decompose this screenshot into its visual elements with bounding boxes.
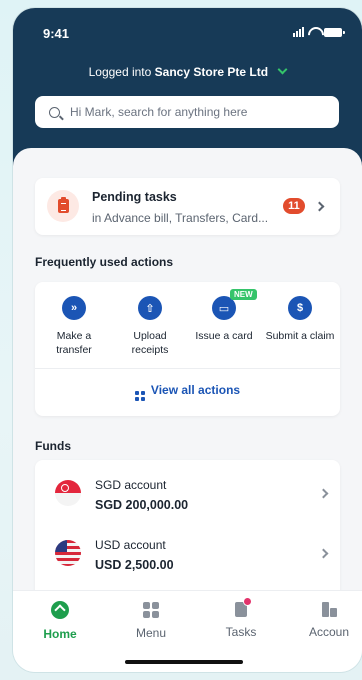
- chevron-right-icon: [318, 548, 329, 559]
- signal-icon: [293, 27, 304, 37]
- building-icon: [321, 602, 337, 617]
- view-all-label: View all actions: [150, 383, 241, 397]
- frequent-actions-card: » Make a transfer ⇧ Upload receipts ▭ NE…: [35, 282, 340, 416]
- status-bar: 9:41: [13, 26, 362, 46]
- nav-label: Tasks: [225, 625, 257, 639]
- singapore-flag-icon: [55, 480, 81, 506]
- search-icon: [49, 106, 60, 118]
- search-placeholder: Hi Mark, search for anything here: [70, 105, 248, 119]
- action-label: Submit a claim: [265, 330, 335, 342]
- upload-receipts-button[interactable]: ⇧ Upload receipts: [115, 296, 185, 357]
- nav-menu[interactable]: Menu: [116, 601, 186, 640]
- home-indicator: [125, 660, 243, 664]
- clipboard-icon: [57, 197, 69, 213]
- usa-flag-icon: [55, 540, 81, 566]
- status-icons: [293, 27, 345, 37]
- transfer-icon: »: [62, 296, 86, 320]
- pending-count-badge: 11: [283, 198, 305, 214]
- pending-icon-wrap: [47, 190, 79, 222]
- action-label: Upload receipts: [131, 330, 169, 356]
- funds-card: SGD account SGD 200,000.00 USD account U…: [35, 460, 340, 600]
- logged-prefix: Logged into: [88, 65, 152, 79]
- make-transfer-button[interactable]: » Make a transfer: [39, 296, 109, 357]
- upload-icon: ⇧: [138, 296, 162, 320]
- nav-label: Menu: [135, 626, 167, 640]
- header: 9:41 Logged into Sancy Store Pte Ltd Hi …: [13, 8, 362, 168]
- store-name: Sancy Store Pte Ltd: [154, 65, 269, 79]
- chevron-right-icon: [318, 488, 329, 499]
- search-input[interactable]: Hi Mark, search for anything here: [35, 96, 339, 128]
- grid-icon: [134, 391, 145, 401]
- chevron-right-icon: [314, 201, 325, 212]
- phone-screen: 9:41 Logged into Sancy Store Pte Ltd Hi …: [13, 8, 362, 672]
- pending-subtitle: in Advance bill, Transfers, Card...: [92, 211, 269, 225]
- view-all-actions-link[interactable]: View all actions: [35, 383, 340, 401]
- new-badge: NEW: [230, 289, 257, 300]
- nav-label: Accoun: [308, 625, 350, 639]
- menu-grid-icon: [143, 602, 159, 618]
- account-amount: USD 2,500.00: [95, 558, 174, 572]
- store-switcher[interactable]: Logged into Sancy Store Pte Ltd: [13, 64, 362, 79]
- nav-label: Home: [43, 627, 77, 641]
- issue-card-button[interactable]: ▭ NEW Issue a card: [189, 289, 259, 343]
- battery-icon: [324, 27, 345, 37]
- chevron-down-icon: [277, 64, 288, 75]
- pending-title: Pending tasks: [92, 190, 177, 204]
- pending-tasks-card[interactable]: Pending tasks in Advance bill, Transfers…: [35, 178, 340, 235]
- action-label: Make a transfer: [56, 330, 92, 356]
- nav-account[interactable]: Accoun: [294, 601, 362, 639]
- sgd-account-row[interactable]: SGD account SGD 200,000.00: [35, 464, 340, 524]
- main-content: Pending tasks in Advance bill, Transfers…: [13, 148, 362, 608]
- actions-section-title: Frequently used actions: [35, 255, 174, 269]
- funds-section-title: Funds: [35, 439, 71, 453]
- action-label: Issue a card: [195, 330, 253, 342]
- status-time: 9:41: [43, 26, 70, 41]
- usd-account-row[interactable]: USD account USD 2,500.00: [35, 524, 340, 584]
- nav-tasks[interactable]: Tasks: [206, 597, 276, 639]
- submit-claim-button[interactable]: $ Submit a claim: [265, 296, 335, 343]
- divider: [35, 368, 340, 369]
- account-amount: SGD 200,000.00: [95, 498, 189, 512]
- account-name: USD account: [95, 538, 166, 552]
- home-icon: [51, 601, 69, 619]
- account-name: SGD account: [95, 478, 167, 492]
- wifi-icon: [308, 27, 320, 37]
- tasks-icon: [235, 597, 252, 617]
- claim-icon: $: [288, 296, 312, 320]
- nav-home[interactable]: Home: [25, 601, 95, 641]
